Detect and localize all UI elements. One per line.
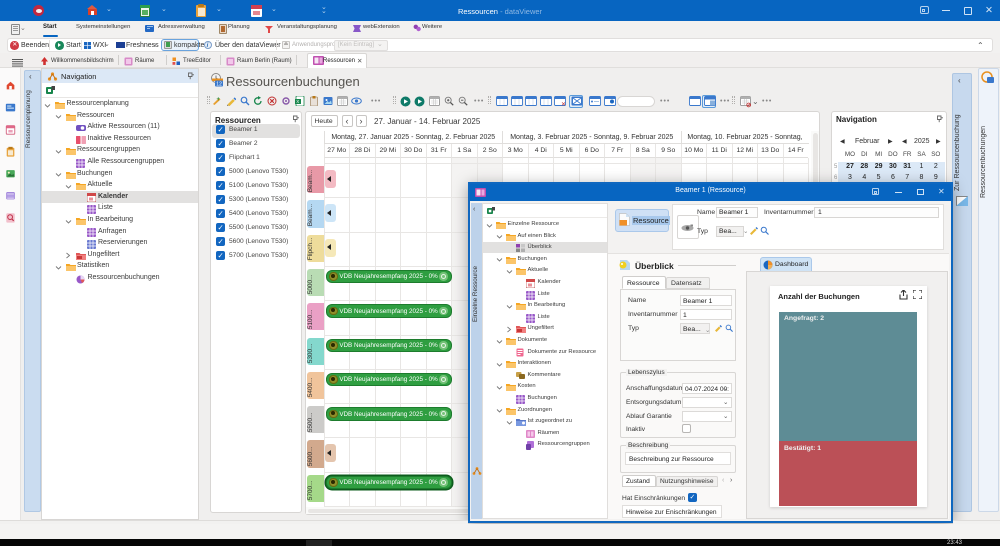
svg-text:X: X	[296, 99, 299, 104]
svg-text:+: +	[217, 97, 221, 103]
svg-text:12: 12	[216, 82, 222, 88]
